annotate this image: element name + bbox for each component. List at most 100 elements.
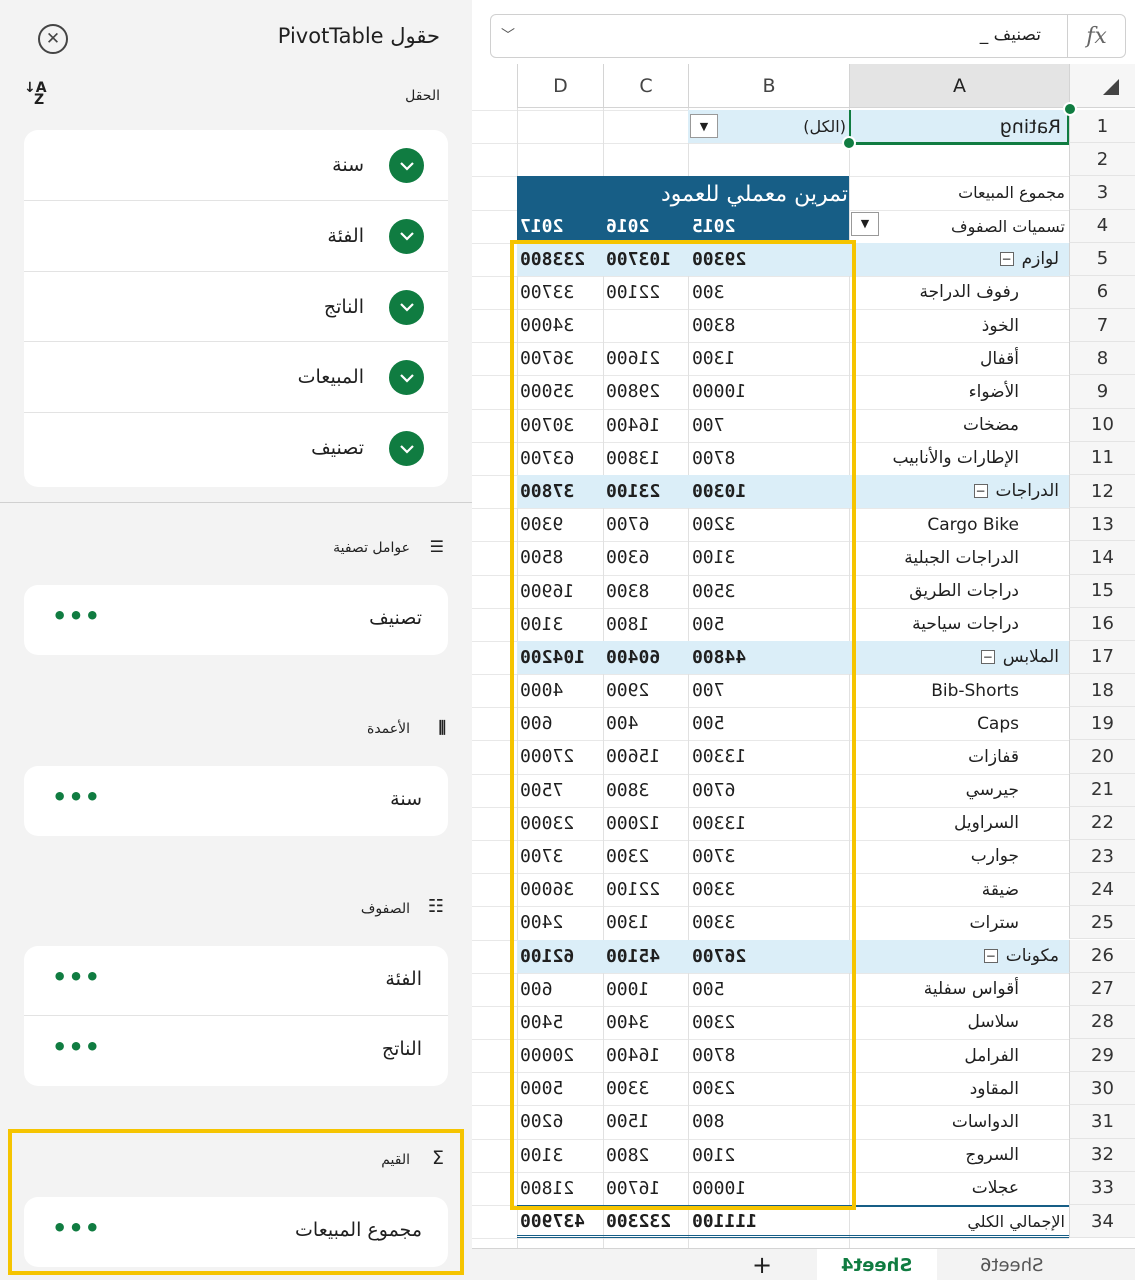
more-options-icon[interactable]: ••• bbox=[52, 602, 101, 630]
group-row-label[interactable]: لوازم − bbox=[849, 243, 1059, 276]
chevron-down-icon[interactable]: ﹀ bbox=[501, 25, 515, 45]
row-header[interactable]: 25 bbox=[1069, 906, 1135, 940]
row-header[interactable]: 17 bbox=[1069, 640, 1135, 675]
values-header: مجموع المبيعات bbox=[958, 183, 1065, 203]
row-header[interactable]: 29 bbox=[1069, 1039, 1135, 1073]
checkmark-icon[interactable] bbox=[389, 148, 424, 183]
column-header-a[interactable]: A bbox=[849, 64, 1069, 108]
row-header[interactable]: 4 bbox=[1069, 209, 1135, 243]
row-header[interactable]: 32 bbox=[1069, 1138, 1135, 1172]
row-header[interactable]: 20 bbox=[1069, 740, 1135, 774]
function-icon[interactable]: fx bbox=[1067, 15, 1125, 57]
field-item-product[interactable]: الناتج bbox=[24, 272, 448, 343]
field-item-label: الناتج bbox=[323, 295, 364, 318]
row-header[interactable]: 19 bbox=[1069, 707, 1135, 741]
rows-section-label: الصفوف bbox=[360, 901, 410, 917]
row-header[interactable]: 1 bbox=[1069, 110, 1135, 144]
row-header[interactable]: 11 bbox=[1069, 441, 1135, 475]
more-options-icon[interactable]: ••• bbox=[52, 1033, 101, 1061]
row-label-text: Cargo Bike bbox=[927, 514, 1019, 535]
row-label: الأضواء bbox=[849, 375, 1019, 408]
filter-dropdown-icon[interactable]: ▼ bbox=[690, 114, 718, 138]
group-row-label[interactable]: الدراجات − bbox=[849, 475, 1059, 508]
row-label: الفرامل bbox=[849, 1039, 1019, 1072]
more-options-icon[interactable]: ••• bbox=[52, 963, 101, 991]
row-header[interactable]: 22 bbox=[1069, 806, 1135, 840]
row-header[interactable]: 31 bbox=[1069, 1105, 1135, 1139]
field-item-year[interactable]: سنة bbox=[24, 130, 448, 201]
collapse-icon[interactable]: − bbox=[980, 650, 995, 665]
row-label-text: أقفال bbox=[980, 348, 1019, 369]
collapse-icon[interactable]: − bbox=[973, 484, 988, 499]
group-row-label[interactable]: الملابس − bbox=[849, 641, 1059, 674]
select-all-corner[interactable] bbox=[1069, 64, 1135, 108]
field-item-label: سنة bbox=[332, 154, 364, 176]
more-options-icon[interactable]: ••• bbox=[52, 1214, 101, 1242]
checkmark-icon[interactable] bbox=[389, 289, 424, 325]
column-header-b[interactable]: B bbox=[688, 64, 849, 108]
row-header[interactable]: 15 bbox=[1069, 574, 1135, 608]
area-item-label: سنة bbox=[390, 788, 422, 810]
area-item-label: مجموع المبيعات bbox=[295, 1219, 422, 1241]
value-item-sum-of-sales[interactable]: مجموع المبيعات ••• bbox=[24, 1197, 448, 1267]
row-label: السراويل bbox=[849, 807, 1019, 840]
row-header[interactable]: 21 bbox=[1069, 773, 1135, 807]
field-item-category[interactable]: الفئة bbox=[24, 201, 448, 272]
add-sheet-button[interactable]: + bbox=[732, 1249, 792, 1280]
pane-title: حقول PivotTable bbox=[277, 24, 440, 48]
row-header[interactable]: 8 bbox=[1069, 342, 1135, 376]
row-label-text: عجلات bbox=[971, 1178, 1019, 1199]
formula-bar[interactable]: fx تصنيف _ ﹀ bbox=[490, 14, 1126, 58]
row-header[interactable]: 10 bbox=[1069, 408, 1135, 442]
row-header[interactable]: 13 bbox=[1069, 508, 1135, 542]
row-header[interactable]: 26 bbox=[1069, 939, 1135, 973]
filter-item-rating[interactable]: تصنيف ••• bbox=[24, 585, 448, 655]
row-header[interactable]: 33 bbox=[1069, 1171, 1135, 1205]
row-header[interactable]: 12 bbox=[1069, 474, 1135, 509]
row-header[interactable]: 34 bbox=[1069, 1204, 1135, 1239]
row-header[interactable]: 18 bbox=[1069, 674, 1135, 708]
row-header[interactable]: 2 bbox=[1069, 143, 1135, 177]
row-label: مضخات bbox=[849, 409, 1019, 442]
row-header[interactable]: 23 bbox=[1069, 839, 1135, 874]
collapse-icon[interactable]: − bbox=[999, 252, 1014, 267]
row-header[interactable]: 24 bbox=[1069, 873, 1135, 907]
row-label: أقفال bbox=[849, 342, 1019, 375]
row-header[interactable]: 6 bbox=[1069, 275, 1135, 310]
group-row-label[interactable]: مكونات − bbox=[849, 940, 1059, 973]
row-label: الدراجات الجبلية bbox=[849, 541, 1019, 574]
more-options-icon[interactable]: ••• bbox=[52, 783, 101, 811]
row-labels-dropdown-icon[interactable]: ▼ bbox=[851, 211, 879, 236]
row-item-category[interactable]: الفئة ••• bbox=[24, 946, 448, 1016]
row-header[interactable]: 5 bbox=[1069, 242, 1135, 276]
column-header-d[interactable]: D bbox=[517, 64, 603, 108]
row-item-product[interactable]: الناتج ••• bbox=[24, 1016, 448, 1086]
row-label-text: الفرامل bbox=[964, 1045, 1019, 1066]
pivot-filter-value[interactable]: (الكل) bbox=[722, 110, 846, 143]
close-icon[interactable]: ✕ bbox=[38, 24, 68, 54]
checkmark-icon[interactable] bbox=[389, 360, 424, 396]
column-header-c[interactable]: C bbox=[603, 64, 688, 108]
formula-bar-value[interactable]: تصنيف _ bbox=[980, 25, 1041, 45]
year-header: 2015 bbox=[692, 215, 736, 237]
row-header[interactable]: 9 bbox=[1069, 375, 1135, 409]
row-header[interactable]: 7 bbox=[1069, 309, 1135, 343]
row-header[interactable]: 30 bbox=[1069, 1072, 1135, 1106]
collapse-icon[interactable]: − bbox=[983, 949, 998, 963]
row-header[interactable]: 3 bbox=[1069, 176, 1135, 210]
field-item-sales[interactable]: المبيعات bbox=[24, 342, 448, 414]
row-header[interactable]: 27 bbox=[1069, 972, 1135, 1006]
row-header[interactable]: 16 bbox=[1069, 607, 1135, 641]
field-item-rating[interactable]: تصنيف bbox=[24, 413, 448, 484]
sheet-tab[interactable]: Sheet6 bbox=[947, 1249, 1077, 1280]
column-item-year[interactable]: سنة ••• bbox=[24, 766, 448, 836]
sheet-tab-active[interactable]: Sheet4 bbox=[817, 1249, 937, 1280]
checkmark-icon[interactable] bbox=[389, 431, 424, 467]
checkmark-icon[interactable] bbox=[389, 218, 424, 254]
selection-handle[interactable] bbox=[1063, 102, 1077, 116]
row-header[interactable]: 14 bbox=[1069, 541, 1135, 575]
sort-icon[interactable]: ↓A Z bbox=[24, 81, 47, 107]
selection-handle[interactable] bbox=[842, 136, 856, 151]
row-header[interactable]: 28 bbox=[1069, 1005, 1135, 1040]
row-label: الخوذ bbox=[849, 309, 1019, 342]
